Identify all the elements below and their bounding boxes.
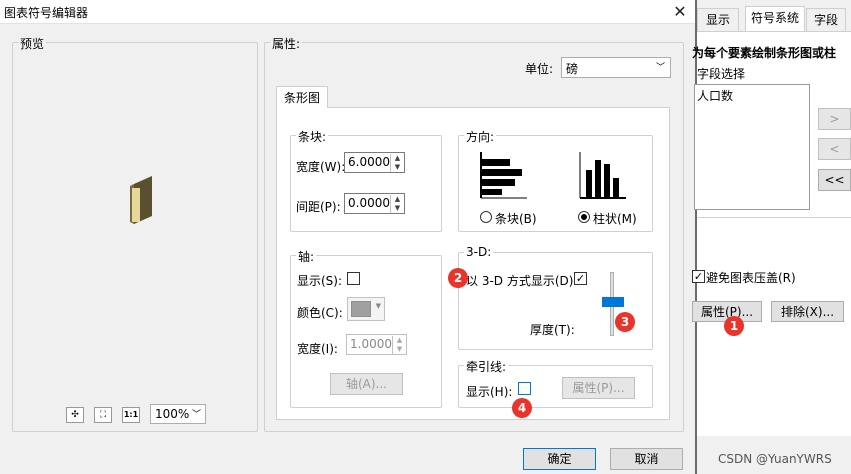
field-select-label: 字段选择 [697,65,748,82]
leader-props-button[interactable]: 属性(P)... [562,377,635,399]
chevron-down-icon: ﹀ [655,63,665,73]
threed-group-label: 3-D: [464,245,494,259]
dialog-title: 图表符号编辑器 [4,6,89,20]
marker-4: 4 [512,398,532,418]
bar-width-value: 6.0000 [348,155,390,169]
fit-all-icon[interactable]: ✣ [66,407,84,423]
actual-size-icon[interactable]: 1:1 [122,407,140,423]
preview-bar-icon [130,176,152,224]
bar-width-label: 宽度(W): [296,160,346,174]
exclude-button[interactable]: 排除(X)... [771,301,844,322]
preview-group [12,42,258,432]
unit-value: 磅 [566,62,579,76]
properties-label: 属性: [270,35,303,52]
move-right-button[interactable]: > [818,108,851,130]
unit-select[interactable]: 磅 ﹀ [561,57,671,78]
close-icon[interactable]: ✕ [668,2,692,22]
vertical-columns-icon [579,152,626,199]
marker-1: 1 [724,316,744,336]
axis-width-value: 1.0000 [350,337,392,351]
leader-show-checkbox[interactable] [518,382,531,395]
axis-color-label: 颜色(C): [297,306,343,320]
leader-group-label: 牵引线: [464,358,509,375]
bar-width-field[interactable]: 6.0000 ▲ ▼ [344,152,405,173]
tab-join [277,106,327,108]
watermark: CSDN @YuanYWRS [718,452,832,466]
bar-width-spinner[interactable]: ▲ ▼ [390,154,404,172]
bar-group-label: 条块: [296,128,329,145]
direction-group-label: 方向: [464,128,497,145]
axis-show-checkbox[interactable] [347,272,360,285]
axis-width-field[interactable]: 1.0000 ▲ ▼ [346,334,407,355]
chevron-down-icon: ▼ [375,302,381,310]
zoom-select[interactable]: 100% ﹀ [150,404,206,424]
dialog-title-bar: 图表符号编辑器 ✕ [0,0,696,24]
direction-bar-label: 条块(B) [495,212,537,226]
axis-group-label: 轴: [296,248,317,265]
ok-button[interactable]: 确定 [523,448,596,470]
zoom-value: 100% [155,407,190,421]
tab-display[interactable]: 显示 [697,8,739,31]
axis-width-label: 宽度(I): [297,342,338,356]
bar-spacing-spinner[interactable]: ▲ ▼ [390,195,404,213]
chevron-down-icon: ﹀ [191,410,201,420]
move-all-left-button[interactable]: << [818,169,851,191]
threed-thickness-label: 厚度(T): [530,323,575,337]
marker-2: 2 [448,268,468,288]
unit-label: 单位: [525,62,554,76]
tab-bar-chart[interactable]: 条形图 [276,86,328,108]
tab-symbology[interactable]: 符号系统 [745,6,805,32]
bar-spacing-field[interactable]: 0.0000 ▲ ▼ [344,193,405,214]
bar-group [290,135,442,232]
avoid-overlap-checkbox[interactable]: ✓ [692,270,705,283]
right-header: 为每个要素绘制条形图或柱 [692,46,837,60]
horizontal-bars-icon [480,152,527,199]
threed-show-checkbox[interactable]: ✓ [574,272,587,285]
leader-show-label: 显示(H): [466,385,513,399]
axis-button[interactable]: 轴(A)... [330,373,403,395]
move-left-button[interactable]: < [818,138,851,160]
threed-show-label: 以 3-D 方式显示(D): [466,274,578,288]
bar-spacing-label: 间距(P): [296,200,341,214]
direction-column-radio[interactable] [578,211,590,223]
tab-fields[interactable]: 字段 [806,8,846,31]
full-extent-icon[interactable]: ⛶ [94,407,112,423]
list-item[interactable]: 人口数 [697,87,733,104]
field-select-list[interactable]: 人口数 [694,84,810,210]
avoid-overlap-label: 避免图表压盖(R) [706,271,796,285]
direction-bar-radio[interactable] [480,211,492,223]
axis-show-label: 显示(S): [297,274,343,288]
marker-3: 3 [615,312,635,332]
direction-column-label: 柱状(M) [593,212,637,226]
preview-label: 预览 [18,35,47,52]
bar-spacing-value: 0.0000 [348,196,390,210]
thickness-slider-thumb[interactable] [602,297,624,307]
right-separator [697,217,851,218]
axis-width-spinner[interactable]: ▲ ▼ [392,336,406,354]
cancel-button[interactable]: 取消 [610,448,683,470]
axis-color-picker[interactable]: ▼ [347,297,385,321]
